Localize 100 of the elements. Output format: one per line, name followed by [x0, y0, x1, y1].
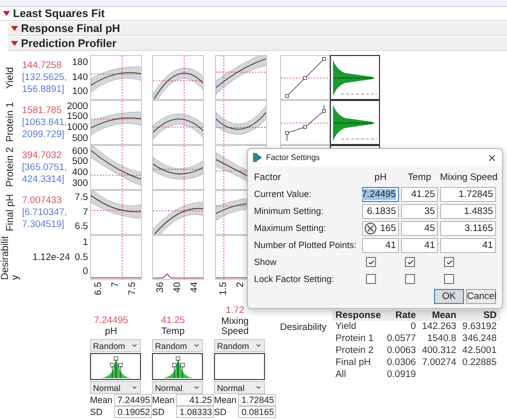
disclosure-icon[interactable] — [11, 26, 18, 31]
busy-cursor-icon — [364, 222, 377, 234]
axis-tick-label: 1 — [82, 238, 88, 248]
table-cell-text: 0.0919 — [386, 369, 417, 381]
axis-tick-label: 180 — [72, 58, 88, 68]
outline-header[interactable]: Response Final pH — [8, 22, 507, 36]
factor-value[interactable]: 1.72 — [226, 305, 244, 317]
axis-tick-label: 1000 — [66, 123, 88, 133]
distribution-plot — [330, 100, 380, 145]
setting-field[interactable]: 35 — [401, 204, 438, 218]
checkbox[interactable] — [444, 257, 454, 267]
table-cell-text: Protein 2 — [334, 345, 374, 357]
mean-field[interactable]: 1.72845 — [238, 394, 276, 406]
response-name: Desirability — [1, 235, 21, 280]
mean-label: Mean — [90, 395, 114, 405]
confidence-interval: [365.0751, 424.3314] — [22, 162, 68, 186]
mean-field[interactable]: 41.25 — [176, 394, 214, 406]
response-name: Protein 1 — [6, 102, 16, 143]
axis-tick-label: 7 — [110, 282, 121, 288]
axis-tick-label: 300 — [72, 178, 88, 188]
distribution-dropdown[interactable]: Random — [90, 339, 141, 352]
axis-tick-label: 7.5 — [127, 282, 138, 296]
confidence-interval: [6.710347, 7.304519] — [22, 206, 68, 230]
table-cell-text: 0.0577 — [386, 333, 417, 345]
setting-label: Number of Plotted Points: — [254, 239, 358, 252]
checkbox[interactable] — [366, 257, 376, 267]
setting-field[interactable]: 6.1835 — [362, 204, 399, 218]
table-cell-text: Final pH — [334, 357, 372, 369]
dialog-button[interactable]: Cancel — [466, 289, 496, 304]
setting-field[interactable]: 41 — [401, 238, 438, 252]
table-cell-text: Protein 1 — [334, 333, 374, 345]
distribution-type-dropdown[interactable]: Normal — [152, 381, 203, 394]
factor-value[interactable]: 41.25 — [161, 315, 185, 327]
axis-tick-label: 36 — [155, 282, 166, 293]
caret-icon — [131, 384, 138, 391]
axis-tick-label: 600 — [72, 146, 88, 156]
desirability-trace-plot[interactable] — [152, 235, 204, 280]
table-cell: 0 — [384, 321, 419, 333]
factor-value[interactable]: 7.24495 — [94, 315, 128, 327]
axis-tick-label: 100 — [72, 87, 88, 97]
outline-header[interactable]: Prediction Profiler — [8, 37, 507, 51]
setting-label: Show — [254, 256, 278, 269]
setting-label: Maximum Setting: — [254, 222, 328, 235]
setting-field[interactable]: 41 — [440, 238, 496, 252]
axis-tick-label: 500 — [72, 157, 88, 167]
column-header: Mean — [418, 310, 460, 321]
sd-field[interactable]: 0.19052 — [114, 406, 152, 418]
checkbox[interactable] — [405, 274, 415, 284]
table-cell-text: 7.00274 — [420, 357, 458, 369]
distribution-type-dropdown[interactable]: Normal — [214, 381, 265, 394]
table-cell-text: 1540.8 — [426, 333, 458, 345]
close-icon[interactable] — [487, 152, 497, 162]
confidence-interval: [132.5625, 156.8891] — [22, 72, 68, 96]
checkbox[interactable] — [366, 274, 376, 284]
table-cell-text: All — [334, 369, 348, 381]
setting-label: Current Value: — [254, 188, 312, 201]
sd-label: SD — [214, 407, 228, 417]
column-header: Response — [332, 310, 384, 321]
mean-label: Mean — [214, 395, 238, 405]
setting-field[interactable]: 1.4835 — [440, 204, 496, 218]
setting-field[interactable]: 3.1165 — [440, 220, 496, 236]
caret-icon — [193, 384, 200, 391]
distribution-dropdown[interactable]: Random — [152, 339, 203, 352]
mean-label: Mean — [152, 395, 176, 405]
table-cell: Yield — [332, 321, 384, 333]
response-value: 7.007433 — [22, 194, 63, 206]
column-header: Rate — [384, 310, 419, 321]
distribution-type-dropdown[interactable]: Normal — [90, 381, 141, 394]
setting-field[interactable]: 45 — [401, 220, 438, 236]
disclosure-icon[interactable] — [11, 41, 18, 46]
setting-field[interactable]: 1.72845 — [440, 186, 496, 202]
table-cell-text: 42.5001 — [461, 345, 498, 357]
axis-tick-label: 40 — [172, 282, 183, 293]
disclosure-icon[interactable] — [3, 11, 10, 16]
response-value: 1.12e-24 — [31, 252, 71, 264]
dialog-button[interactable]: OK — [434, 289, 464, 304]
mean-field[interactable]: 7.24495 — [114, 394, 152, 406]
table-cell: 142.263 — [418, 321, 460, 333]
desirability-label: Desirability — [280, 321, 326, 333]
response-name: Yield — [6, 66, 16, 88]
desirability-function-plot[interactable] — [280, 55, 330, 100]
sd-field[interactable]: 1.08333 — [176, 406, 214, 418]
sd-label: SD — [90, 407, 104, 417]
distribution-plot — [330, 55, 380, 100]
profile-plot[interactable] — [152, 55, 204, 100]
setting-field[interactable]: 41.25 — [401, 186, 438, 202]
checkbox[interactable] — [405, 257, 415, 267]
outline-header[interactable]: Least Squares Fit — [0, 7, 507, 21]
setting-field[interactable]: 7.24495 — [362, 186, 399, 202]
table-cell-text: 0.0063 — [386, 345, 417, 357]
distribution-dropdown[interactable]: Random — [214, 339, 265, 352]
setting-field[interactable]: 165 — [362, 220, 399, 236]
desirability-function-plot[interactable] — [280, 100, 330, 145]
setting-field[interactable]: 41 — [362, 238, 399, 252]
axis-tick-label: 6.5 — [93, 282, 104, 296]
checkbox[interactable] — [444, 274, 454, 284]
setting-label: Lock Factor Setting: — [254, 273, 336, 286]
column-header: pH — [373, 171, 388, 185]
sd-field[interactable]: 0.08165 — [238, 406, 276, 418]
axis-tick-label: 2000 — [66, 102, 88, 112]
